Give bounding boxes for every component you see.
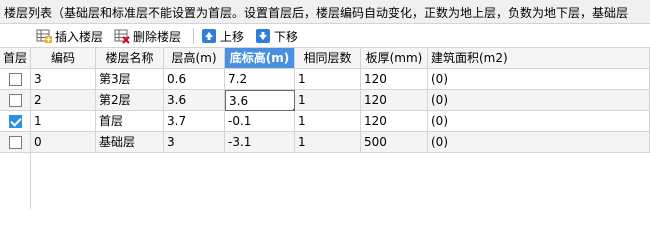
cell-floor-name[interactable]: 第3层 <box>96 69 164 90</box>
arrow-down-icon <box>255 28 271 44</box>
delete-floor-label: 删除楼层 <box>133 29 182 44</box>
cell-building-area[interactable]: (0) <box>428 111 650 132</box>
first-floor-cell <box>0 90 31 111</box>
header-floor-name[interactable]: 楼层名称 <box>96 48 164 69</box>
move-down-label: 下移 <box>274 29 299 44</box>
insert-floor-button[interactable]: 插入楼层 <box>36 26 103 46</box>
header-same-count[interactable]: 相同层数 <box>295 48 361 69</box>
header-first-floor[interactable]: 首层 <box>0 48 31 69</box>
cell-base-elevation[interactable]: 7.2 <box>225 69 295 90</box>
cell-base-elevation-value: 3.6 <box>229 94 249 108</box>
cell-building-area[interactable]: (0) <box>428 90 650 111</box>
move-down-button[interactable]: 下移 <box>255 26 298 46</box>
first-floor-cell <box>0 111 31 132</box>
first-floor-checkbox-checked[interactable] <box>9 115 22 128</box>
cell-same-count[interactable]: 1 <box>295 90 361 111</box>
header-building-area[interactable]: 建筑面积(m2) <box>428 48 650 69</box>
cell-floor-height[interactable]: 3 <box>164 132 225 153</box>
cell-base-elevation[interactable]: -3.1 <box>225 132 295 153</box>
insert-floor-icon <box>36 28 52 44</box>
cell-floor-height[interactable]: 3.7 <box>164 111 225 132</box>
first-floor-cell <box>0 132 31 153</box>
header-floor-height[interactable]: 层高(m) <box>164 48 225 69</box>
cell-code[interactable]: 0 <box>31 132 96 153</box>
table-header-row: 编码 楼层名称 层高(m) 底标高(m) 相同层数 板厚(mm) 建筑面积(m2… <box>31 48 650 69</box>
cell-floor-height[interactable]: 0.6 <box>164 69 225 90</box>
toolbar: 插入楼层 删除楼层 上移 下移 <box>0 24 650 48</box>
cell-building-area[interactable]: (0) <box>428 132 650 153</box>
move-up-label: 上移 <box>220 29 245 44</box>
cell-building-area[interactable]: (0) <box>428 69 650 90</box>
insert-floor-label: 插入楼层 <box>55 29 104 44</box>
cell-base-elevation[interactable]: -0.1 <box>225 111 295 132</box>
header-base-elevation[interactable]: 底标高(m) <box>225 48 295 69</box>
cell-same-count[interactable]: 1 <box>295 111 361 132</box>
delete-floor-icon <box>114 28 130 44</box>
header-code[interactable]: 编码 <box>31 48 96 69</box>
cell-base-elevation-selected[interactable]: 3.6 <box>225 90 295 111</box>
cell-code[interactable]: 3 <box>31 69 96 90</box>
delete-floor-button[interactable]: 删除楼层 <box>114 26 181 46</box>
cell-slab-thickness[interactable]: 120 <box>361 69 428 90</box>
cell-floor-name[interactable]: 基础层 <box>96 132 164 153</box>
cell-slab-thickness[interactable]: 120 <box>361 111 428 132</box>
floor-list-hint: 楼层列表（基础层和标准层不能设置为首层。设置首层后，楼层编码自动变化，正数为地上… <box>4 6 629 20</box>
cell-slab-thickness[interactable]: 500 <box>361 132 428 153</box>
header-slab-thickness[interactable]: 板厚(mm) <box>361 48 428 69</box>
cell-code[interactable]: 1 <box>31 111 96 132</box>
table-row[interactable]: 0 基础层 3 -3.1 1 500 (0) <box>31 132 650 153</box>
cell-same-count[interactable]: 1 <box>295 132 361 153</box>
cell-same-count[interactable]: 1 <box>295 69 361 90</box>
table-row[interactable]: 1 首层 3.7 -0.1 1 120 (0) <box>31 111 650 132</box>
arrow-up-icon <box>201 28 217 44</box>
toolbar-divider <box>193 28 194 44</box>
table-row[interactable]: 2 第2层 3.6 3.6 1 120 (0) <box>31 90 650 111</box>
first-floor-checkbox[interactable] <box>9 73 22 86</box>
cell-floor-name[interactable]: 第2层 <box>96 90 164 111</box>
cell-code[interactable]: 2 <box>31 90 96 111</box>
first-floor-cell <box>0 69 31 90</box>
info-bar: 楼层列表（基础层和标准层不能设置为首层。设置首层后，楼层编码自动变化，正数为地上… <box>0 0 650 24</box>
table-row[interactable]: 3 第3层 0.6 7.2 1 120 (0) <box>31 69 650 90</box>
first-floor-checkbox[interactable] <box>9 136 22 149</box>
cell-slab-thickness[interactable]: 120 <box>361 90 428 111</box>
move-up-button[interactable]: 上移 <box>201 26 244 46</box>
first-floor-checkbox[interactable] <box>9 94 22 107</box>
cell-floor-name[interactable]: 首层 <box>96 111 164 132</box>
cell-floor-height[interactable]: 3.6 <box>164 90 225 111</box>
